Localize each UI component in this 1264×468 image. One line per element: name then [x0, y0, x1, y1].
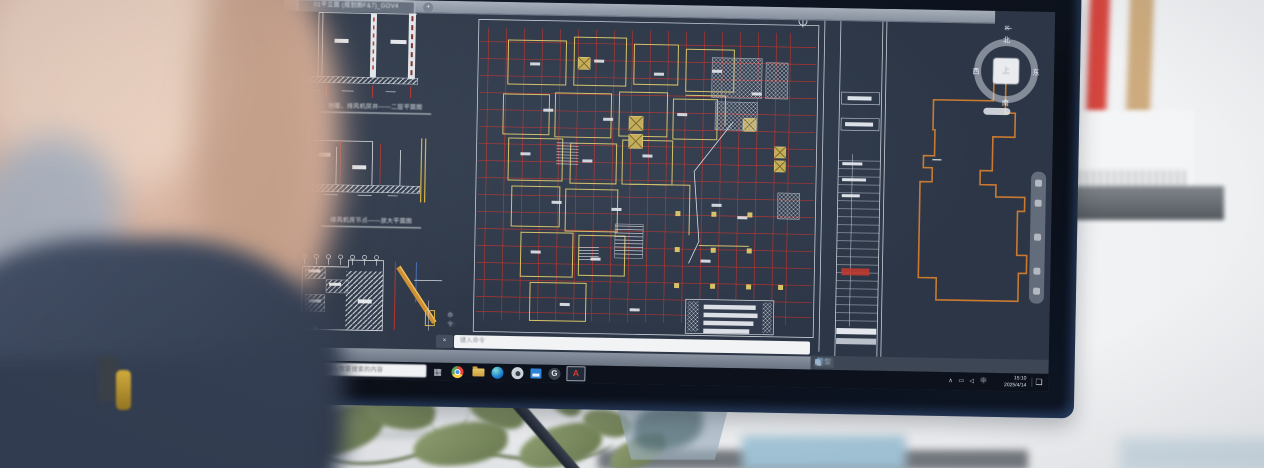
- pen-clip-dark: [98, 356, 118, 402]
- tray-expand-icon[interactable]: ∧: [948, 375, 953, 387]
- leader-line: [688, 121, 733, 264]
- leaf-shadow: [633, 406, 703, 450]
- navigation-bar[interactable]: [1029, 172, 1046, 304]
- building-footprint: [918, 76, 1030, 302]
- cad-screen: 01平立面 (规划图F&7)_GOV4 + — □ × 北 东 西 南 上: [276, 0, 1055, 392]
- stairs: [555, 143, 645, 261]
- viewcube-west-label[interactable]: 西: [970, 66, 982, 76]
- new-tab-button[interactable]: +: [423, 2, 433, 12]
- blue-object: [742, 436, 906, 468]
- app-circle-icon[interactable]: [511, 367, 523, 379]
- tray-display-icon[interactable]: ▭: [958, 375, 964, 387]
- notes-table: [685, 299, 774, 335]
- autocad-icon[interactable]: A: [566, 366, 585, 381]
- chrome-icon[interactable]: [451, 366, 463, 378]
- customize-icon[interactable]: ≡: [815, 359, 819, 367]
- viewcube[interactable]: 北 东 西 南 上: [971, 36, 1040, 105]
- command-close-button[interactable]: ×: [436, 335, 453, 348]
- red-flag-stripe: [1086, 0, 1110, 120]
- window-controls: — □ ×: [1005, 24, 1051, 35]
- cad-drawing-canvas[interactable]: [276, 0, 1055, 392]
- command-placeholder: 键入命令: [460, 335, 485, 348]
- tray-volume-icon[interactable]: ◁: [969, 375, 974, 387]
- tray-ime-indicator[interactable]: 中: [980, 376, 987, 388]
- viewcube-east-label[interactable]: 东: [1030, 68, 1042, 78]
- viewcube-south-label[interactable]: 南: [999, 98, 1011, 108]
- red-grid: [475, 27, 816, 325]
- viewcube-top-face[interactable]: 上: [993, 58, 1019, 84]
- tray-clock[interactable]: 15:10 2025/4/14: [992, 375, 1026, 390]
- mail-icon[interactable]: [530, 368, 541, 378]
- monitor: 01平立面 (规划图F&7)_GOV4 + — □ × 北 东 西 南 上: [246, 0, 1082, 418]
- viewcube-north-label[interactable]: 北: [1001, 35, 1013, 45]
- desk-corner: [1120, 438, 1264, 468]
- task-view-icon[interactable]: ▦: [433, 366, 445, 378]
- gold-pen-clip: [116, 370, 131, 410]
- detail-diagonal-ramp: [394, 262, 442, 331]
- notification-center-icon[interactable]: ❏: [1031, 378, 1040, 387]
- sheet-border: [473, 9, 887, 356]
- file-explorer-icon[interactable]: [472, 368, 484, 376]
- navbar-handle[interactable]: [983, 108, 1010, 115]
- wooden-pole: [1126, 0, 1154, 116]
- title-block: [835, 96, 882, 345]
- person-jacket: [0, 360, 320, 468]
- edge-icon[interactable]: [491, 367, 503, 379]
- tray-date-label: 2025/4/14: [992, 382, 1026, 390]
- g-app-icon[interactable]: G: [548, 368, 560, 380]
- shelf: [1056, 186, 1224, 220]
- photo-scene: 01平立面 (规划图F&7)_GOV4 + — □ × 北 东 西 南 上: [0, 0, 1264, 468]
- white-device: [1072, 110, 1194, 194]
- caption-detail-node: 排风机房节点——放大平面图: [321, 217, 421, 229]
- file-tab[interactable]: 01平立面 (规划图F&7)_GOV4: [297, 0, 415, 13]
- close-button[interactable]: ×: [1005, 24, 1009, 33]
